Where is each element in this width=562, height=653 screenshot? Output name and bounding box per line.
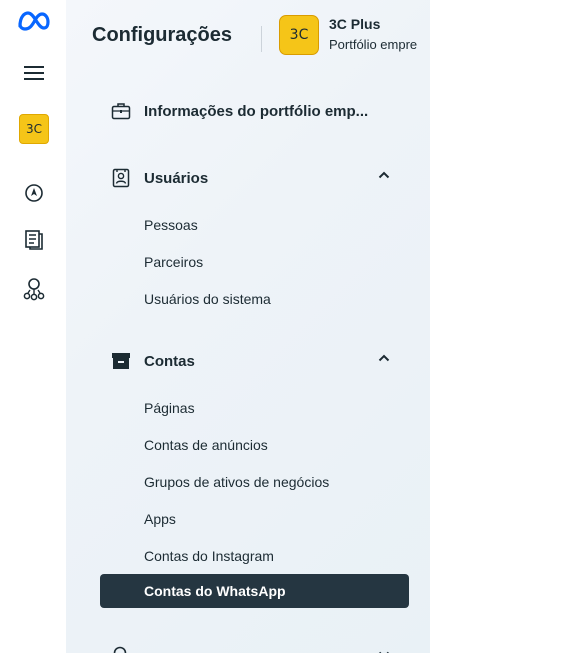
business-badge-icon[interactable]: 3C [19,114,49,144]
nav-item-parceiros[interactable]: Parceiros [144,254,203,270]
business-subtitle: Portfólio empre [329,37,418,52]
archive-box-icon [110,350,132,372]
hamburger-menu-icon[interactable] [17,58,51,88]
search-icon [110,643,132,653]
pages-icon[interactable] [17,225,51,255]
chevron-up-icon[interactable] [378,353,390,365]
nav-item-business-asset-groups[interactable]: Grupos de ativos de negócios [144,474,329,490]
nav-item-system-users[interactable]: Usuários do sistema [144,291,271,307]
nav-item-label: Contas do WhatsApp [144,583,286,599]
nav-item-pessoas[interactable]: Pessoas [144,217,198,233]
nav-item-pages[interactable]: Páginas [144,400,195,416]
chevron-up-icon[interactable] [378,170,390,182]
section-label: Contas [144,352,195,370]
section-label: Informações do portfólio emp... [144,102,369,120]
briefcase-icon [110,100,132,122]
section-label: Usuários [144,169,209,187]
section-accounts[interactable]: Contas [110,347,410,375]
page-title: Configurações [92,24,233,46]
meta-logo-icon[interactable] [17,6,51,36]
left-rail: 3C [0,0,66,653]
compass-icon[interactable] [17,178,51,208]
panel-header: Configurações 3C 3C Plus Portfólio empre [92,14,430,62]
business-logo[interactable]: 3C [279,15,319,55]
business-name[interactable]: 3C Plus [329,16,380,32]
id-card-icon [110,167,132,189]
nav-item-instagram-accounts[interactable]: Contas do Instagram [144,548,274,564]
section-business-info[interactable]: Informações do portfólio emp... [110,97,410,125]
people-icon[interactable] [17,274,51,304]
settings-panel: Configurações 3C 3C Plus Portfólio empre… [66,0,430,653]
header-divider [261,26,262,52]
nav-item-whatsapp-accounts[interactable]: Contas do WhatsApp [100,574,409,608]
section-users[interactable]: Usuários [110,164,410,192]
nav-item-ad-accounts[interactable]: Contas de anúncios [144,437,268,453]
section-data-sources[interactable] [110,640,410,653]
nav-item-apps[interactable]: Apps [144,511,176,527]
